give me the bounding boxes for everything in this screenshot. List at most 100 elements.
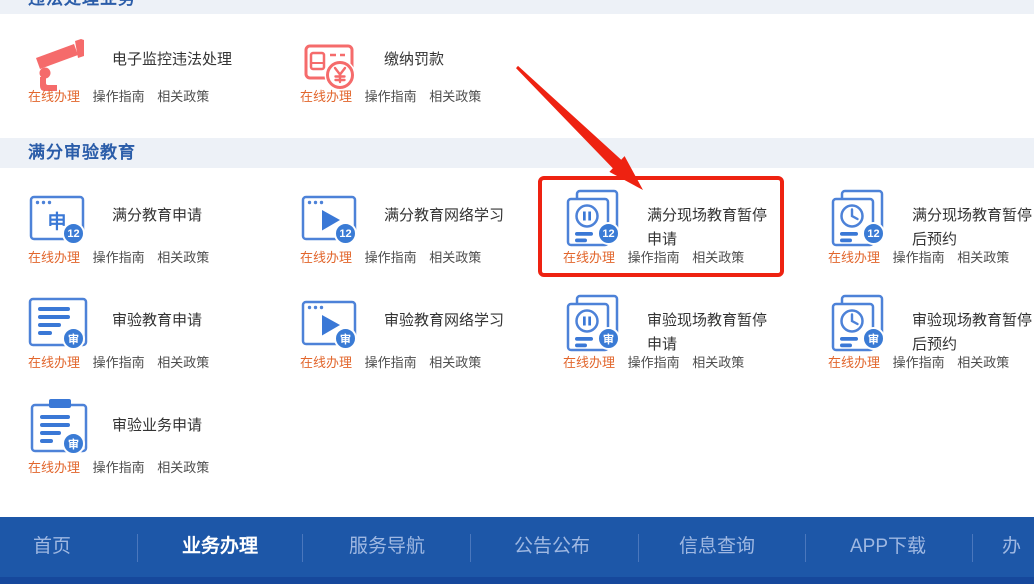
section-header-violations: 违法处理业务 xyxy=(0,0,1034,14)
bottom-nav: 首页 业务办理 服务导航 公告公布 信息查询 APP下载 办 xyxy=(0,517,1034,584)
operation-guide-link[interactable]: 操作指南 xyxy=(365,250,417,265)
service-title: 满分现场教育暂停后预约 xyxy=(912,204,1034,252)
related-policy-link[interactable]: 相关政策 xyxy=(157,250,209,265)
window-play-icon: 审 xyxy=(300,294,358,352)
service-links: 在线办理 操作指南 相关政策 xyxy=(563,352,803,371)
service-item-shenyan-business-apply: 审 审验业务申请 在线办理 操作指南 相关政策 xyxy=(28,395,290,487)
nav-item-announcements[interactable]: 公告公布 xyxy=(514,517,590,577)
service-title: 满分现场教育暂停申请 xyxy=(647,204,775,252)
section-header-manfenshenyan: 满分审验教育 xyxy=(0,138,1034,168)
service-title: 审验业务申请 xyxy=(112,414,240,438)
related-policy-link[interactable]: 相关政策 xyxy=(429,89,481,104)
related-policy-link[interactable]: 相关政策 xyxy=(157,460,209,475)
related-policy-link[interactable]: 相关政策 xyxy=(957,250,1009,265)
services-page: 申 xyxy=(0,0,1034,584)
nav-separator xyxy=(805,534,806,562)
section-title: 违法处理业务 xyxy=(28,0,1034,14)
nav-separator xyxy=(470,534,471,562)
online-apply-link[interactable]: 在线办理 xyxy=(28,460,80,475)
service-item-shenyan-apply: 审 审验教育申请 在线办理 操作指南 相关政策 xyxy=(28,290,290,382)
operation-guide-link[interactable]: 操作指南 xyxy=(893,250,945,265)
nav-item-home[interactable]: 首页 xyxy=(33,517,71,577)
service-links: 在线办理 操作指南 相关政策 xyxy=(28,352,268,371)
clipboard-lines-icon: 审 xyxy=(28,399,86,457)
service-links: 在线办理 操作指南 相关政策 xyxy=(300,247,540,266)
operation-guide-link[interactable]: 操作指南 xyxy=(93,355,145,370)
service-title: 满分教育申请 xyxy=(112,204,240,228)
window-apply-icon: 12 xyxy=(28,189,86,247)
online-apply-link[interactable]: 在线办理 xyxy=(828,250,880,265)
operation-guide-link[interactable]: 操作指南 xyxy=(365,89,417,104)
operation-guide-link[interactable]: 操作指南 xyxy=(628,355,680,370)
operation-guide-link[interactable]: 操作指南 xyxy=(93,89,145,104)
nav-item-business[interactable]: 业务办理 xyxy=(182,517,258,577)
document-lines-icon: 审 xyxy=(28,294,86,352)
service-item-manfen-pause-apply: 12 满分现场教育暂停申请 在线办理 操作指南 相关政策 xyxy=(563,185,825,277)
related-policy-link[interactable]: 相关政策 xyxy=(157,89,209,104)
service-links: 在线办理 操作指南 相关政策 xyxy=(28,247,268,266)
operation-guide-link[interactable]: 操作指南 xyxy=(93,460,145,475)
service-links: 在线办理 操作指南 相关政策 xyxy=(300,86,540,105)
service-item-shenyan-online-study: 审 审验教育网络学习 在线办理 操作指南 相关政策 xyxy=(300,290,562,382)
badge-shen: 审 xyxy=(62,327,85,350)
service-links: 在线办理 操作指南 相关政策 xyxy=(28,86,268,105)
nav-separator xyxy=(137,534,138,562)
nav-separator xyxy=(638,534,639,562)
service-title: 满分教育网络学习 xyxy=(384,204,512,228)
service-links: 在线办理 操作指南 相关政策 xyxy=(828,247,1034,266)
badge-12: 12 xyxy=(862,222,885,245)
service-item-jiaonafakuan: 缴纳罚款 在线办理 操作指南 相关政策 xyxy=(300,32,562,124)
service-links: 在线办理 操作指南 相关政策 xyxy=(563,247,803,266)
badge-shen: 审 xyxy=(862,327,885,350)
operation-guide-link[interactable]: 操作指南 xyxy=(365,355,417,370)
document-clock-icon: 审 xyxy=(828,294,886,352)
badge-12: 12 xyxy=(62,222,85,245)
service-title: 缴纳罚款 xyxy=(384,48,564,72)
badge-shen: 审 xyxy=(62,432,85,455)
online-apply-link[interactable]: 在线办理 xyxy=(828,355,880,370)
related-policy-link[interactable]: 相关政策 xyxy=(692,355,744,370)
operation-guide-link[interactable]: 操作指南 xyxy=(93,250,145,265)
nav-item-clipped[interactable]: 办 xyxy=(1002,517,1021,577)
online-apply-link[interactable]: 在线办理 xyxy=(28,250,80,265)
service-title: 审验教育网络学习 xyxy=(384,309,512,333)
service-item-manfen-pause-reserve: 12 满分现场教育暂停后预约 在线办理 操作指南 相关政策 xyxy=(828,185,1034,277)
document-pause-icon: 12 xyxy=(563,189,621,247)
service-title: 审验教育申请 xyxy=(112,309,240,333)
window-play-icon: 12 xyxy=(300,189,358,247)
badge-shen: 审 xyxy=(597,327,620,350)
badge-shen: 审 xyxy=(334,327,357,350)
section-title: 满分审验教育 xyxy=(28,138,1034,168)
related-policy-link[interactable]: 相关政策 xyxy=(157,355,209,370)
nav-separator xyxy=(302,534,303,562)
related-policy-link[interactable]: 相关政策 xyxy=(429,250,481,265)
service-item-dianzijiankong: 电子监控违法处理 在线办理 操作指南 相关政策 xyxy=(28,32,290,124)
service-title: 审验现场教育暂停申请 xyxy=(647,309,775,357)
document-clock-icon: 12 xyxy=(828,189,886,247)
service-links: 在线办理 操作指南 相关政策 xyxy=(828,352,1034,371)
service-item-manfen-apply: 12 满分教育申请 在线办理 操作指南 相关政策 xyxy=(28,185,290,277)
online-apply-link[interactable]: 在线办理 xyxy=(300,355,352,370)
nav-item-service-guide[interactable]: 服务导航 xyxy=(349,517,425,577)
related-policy-link[interactable]: 相关政策 xyxy=(957,355,1009,370)
online-apply-link[interactable]: 在线办理 xyxy=(563,250,615,265)
service-links: 在线办理 操作指南 相关政策 xyxy=(28,457,268,476)
operation-guide-link[interactable]: 操作指南 xyxy=(893,355,945,370)
badge-12: 12 xyxy=(334,222,357,245)
nav-item-info-query[interactable]: 信息查询 xyxy=(679,517,755,577)
online-apply-link[interactable]: 在线办理 xyxy=(300,89,352,104)
online-apply-link[interactable]: 在线办理 xyxy=(563,355,615,370)
online-apply-link[interactable]: 在线办理 xyxy=(300,250,352,265)
document-pause-icon: 审 xyxy=(563,294,621,352)
service-item-manfen-online-study: 12 满分教育网络学习 在线办理 操作指南 相关政策 xyxy=(300,185,562,277)
service-item-shenyan-pause-reserve: 审 审验现场教育暂停后预约 在线办理 操作指南 相关政策 xyxy=(828,290,1034,382)
nav-bottom-strip xyxy=(0,577,1034,584)
related-policy-link[interactable]: 相关政策 xyxy=(429,355,481,370)
nav-item-app-download[interactable]: APP下载 xyxy=(850,517,926,577)
online-apply-link[interactable]: 在线办理 xyxy=(28,89,80,104)
operation-guide-link[interactable]: 操作指南 xyxy=(628,250,680,265)
service-title: 审验现场教育暂停后预约 xyxy=(912,309,1034,357)
related-policy-link[interactable]: 相关政策 xyxy=(692,250,744,265)
online-apply-link[interactable]: 在线办理 xyxy=(28,355,80,370)
badge-12: 12 xyxy=(597,222,620,245)
